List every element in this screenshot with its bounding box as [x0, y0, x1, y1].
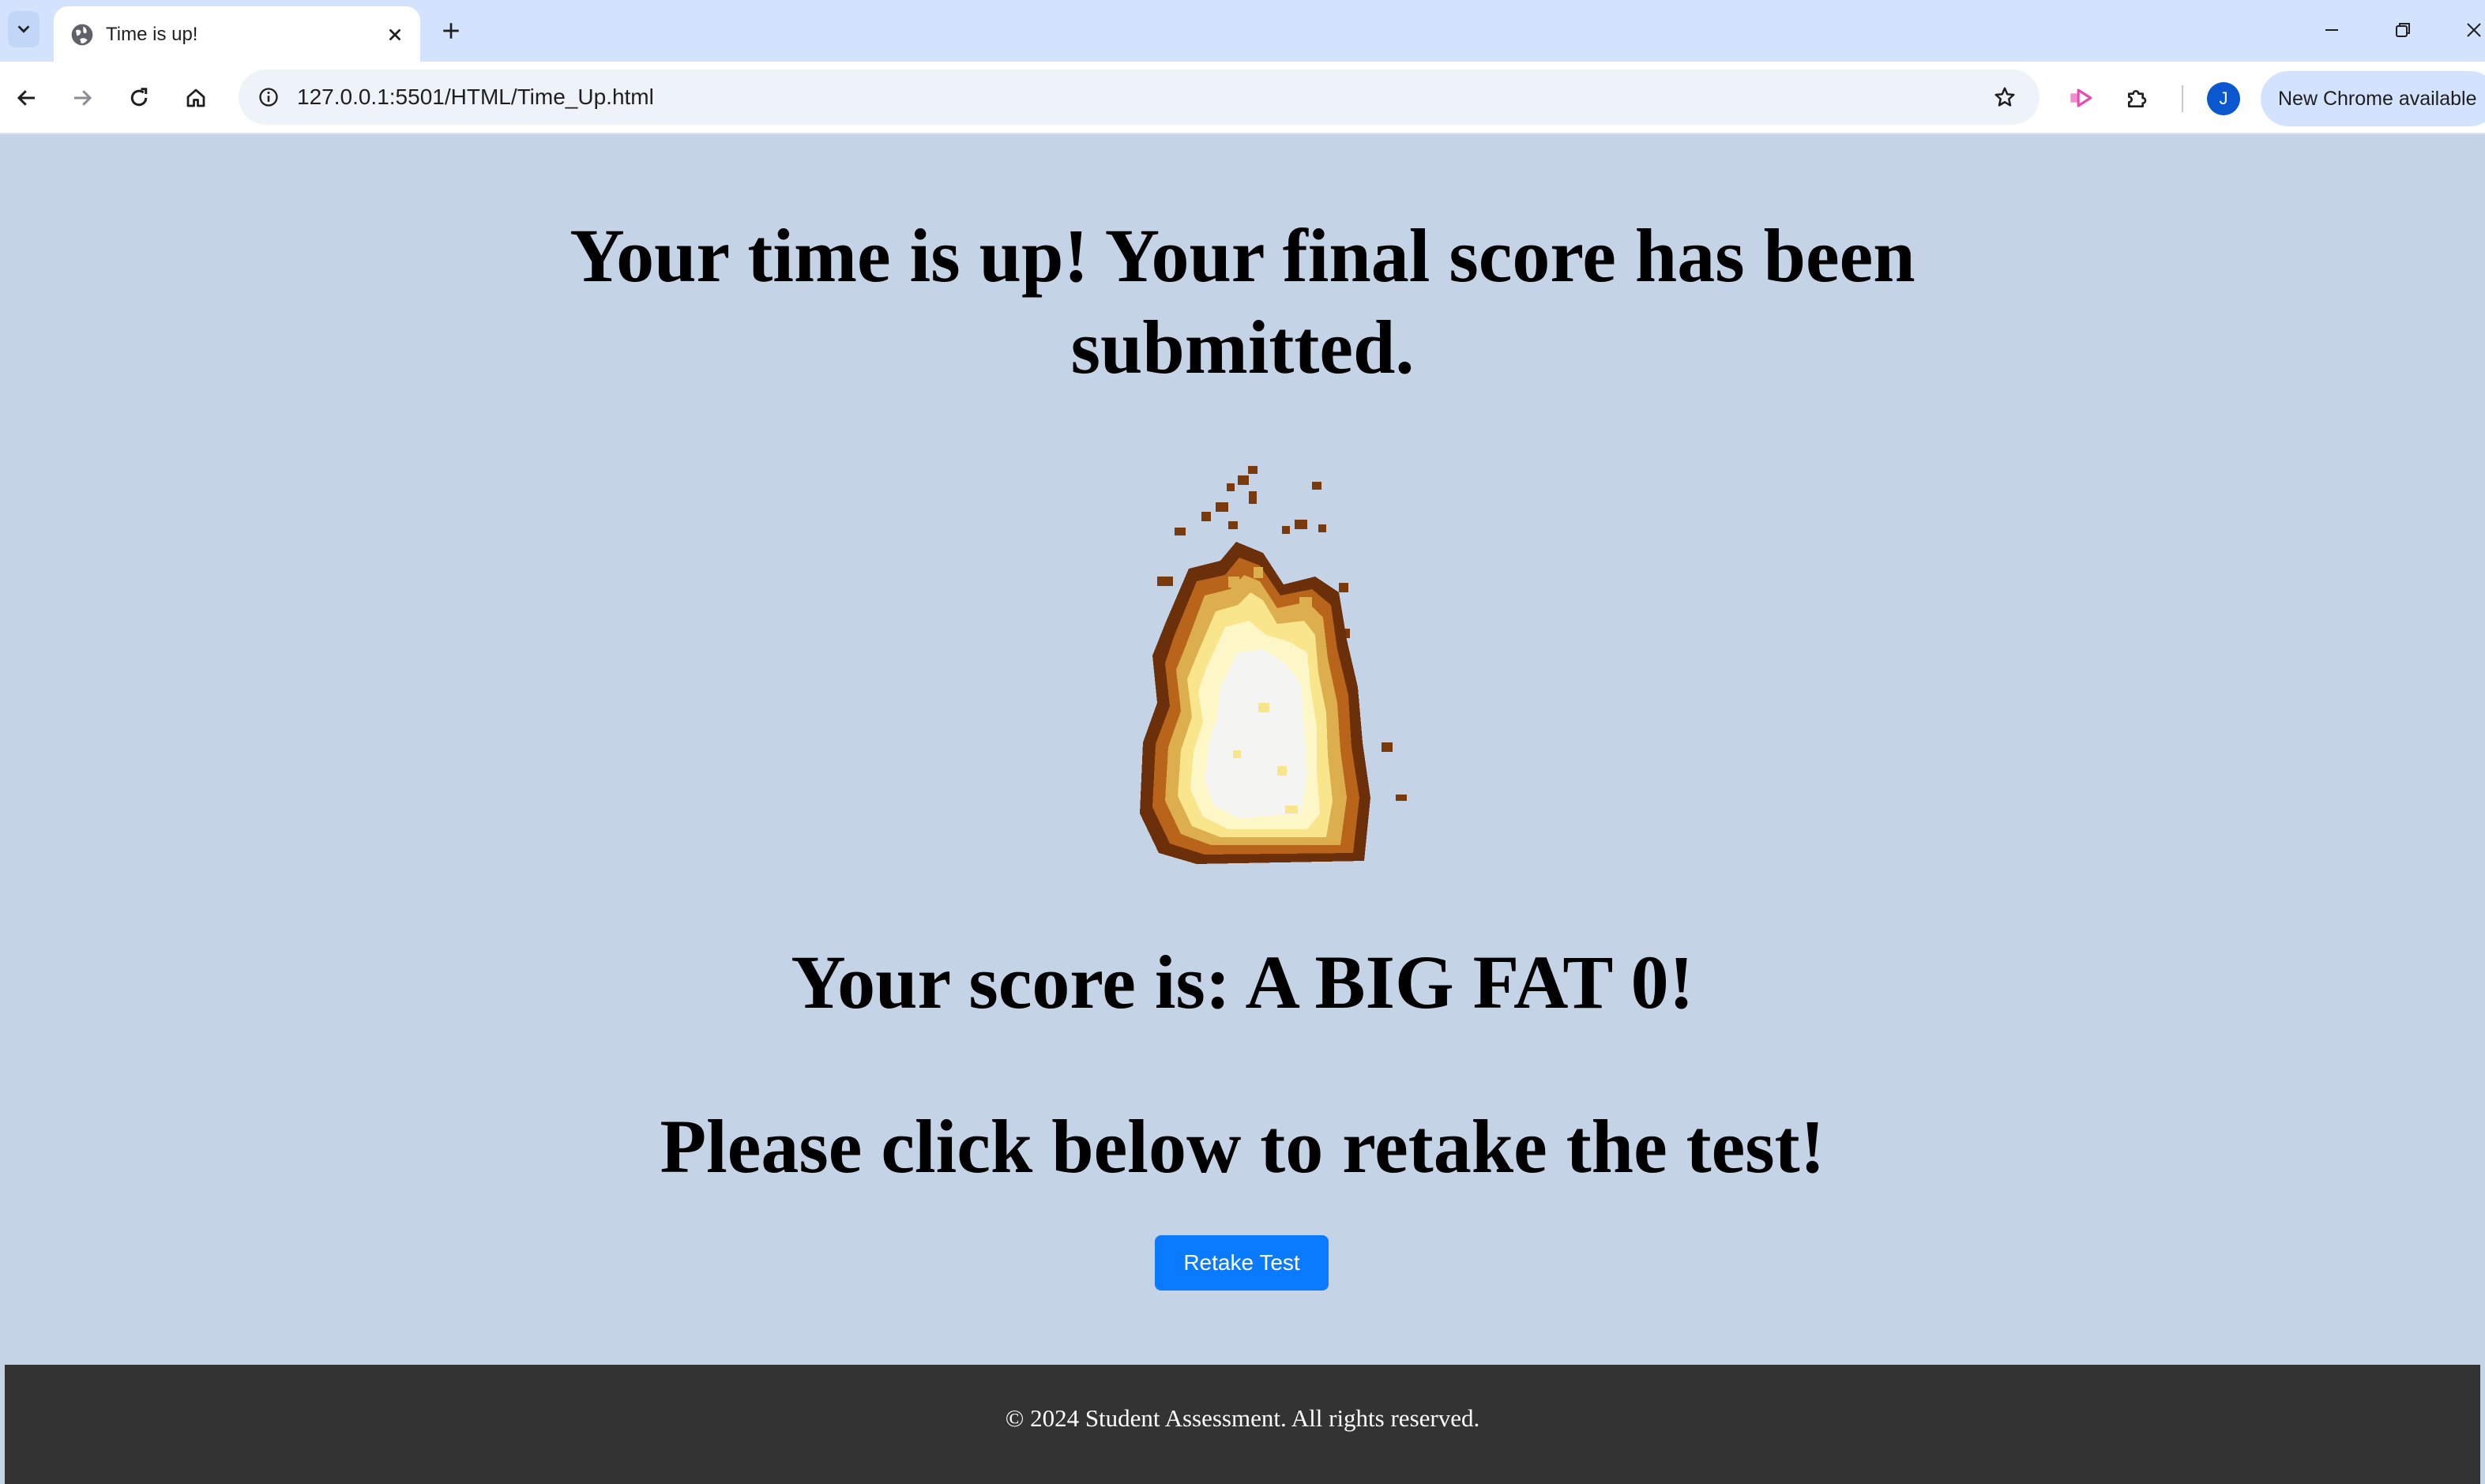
page-headline: Your time is up! Your final score has be…: [570, 213, 1915, 389]
chrome-update-button[interactable]: New Chrome available: [2261, 71, 2485, 126]
url-text[interactable]: 127.0.0.1:5501/HTML/Time_Up.html: [297, 70, 654, 125]
bookmark-button[interactable]: [1987, 80, 2022, 115]
tab-bar: Time is up!: [0, 0, 2485, 63]
star-icon: [1994, 87, 2015, 107]
arrow-left-icon: [17, 90, 35, 106]
new-tab-button[interactable]: [434, 14, 468, 47]
extensions-button[interactable]: [2118, 79, 2156, 117]
forward-button[interactable]: [63, 79, 101, 117]
browser-toolbar: 127.0.0.1:5501/HTML/Time_Up.html J New C…: [0, 62, 2485, 134]
restore-button[interactable]: [2384, 11, 2422, 49]
tab-close-button[interactable]: [381, 21, 409, 49]
cast-extension-button[interactable]: [2062, 79, 2100, 117]
close-icon: [2467, 23, 2481, 37]
reload-icon: [130, 88, 148, 107]
chevron-down-icon: [17, 25, 30, 33]
home-icon: [186, 88, 205, 107]
score-text: Your score is: A BIG FAT 0!: [791, 940, 1694, 1024]
tab-title: Time is up!: [106, 24, 198, 45]
retake-prompt: Please click below to retake the test!: [660, 1104, 1825, 1189]
explosion-image: [1140, 466, 1407, 864]
page-content: Your time is up! Your final score has be…: [0, 134, 2485, 1484]
address-bar[interactable]: 127.0.0.1:5501/HTML/Time_Up.html: [239, 70, 2040, 125]
arrow-right-icon: [74, 90, 92, 106]
site-info-button[interactable]: [251, 80, 286, 115]
active-tab[interactable]: Time is up!: [54, 6, 420, 63]
cast-icon: [2070, 88, 2092, 107]
reload-button[interactable]: [120, 79, 158, 117]
toolbar-divider: [2182, 85, 2183, 112]
minimize-icon: [2325, 29, 2338, 31]
page-footer: © 2024 Student Assessment. All rights re…: [5, 1365, 2480, 1484]
tab-search-button[interactable]: [8, 11, 39, 47]
plus-icon: [443, 23, 459, 39]
info-icon: [259, 88, 278, 107]
footer-copyright: © 2024 Student Assessment. All rights re…: [1005, 1404, 1480, 1432]
profile-avatar[interactable]: J: [2207, 82, 2240, 115]
retake-test-button[interactable]: Retake Test: [1155, 1235, 1329, 1291]
back-button[interactable]: [8, 79, 46, 117]
puzzle-icon: [2128, 90, 2147, 107]
home-button[interactable]: [177, 79, 215, 117]
globe-icon: [71, 24, 93, 46]
close-icon: [389, 28, 401, 41]
close-window-button[interactable]: [2455, 11, 2485, 49]
restore-icon: [2396, 23, 2410, 37]
minimize-button[interactable]: [2313, 11, 2351, 49]
